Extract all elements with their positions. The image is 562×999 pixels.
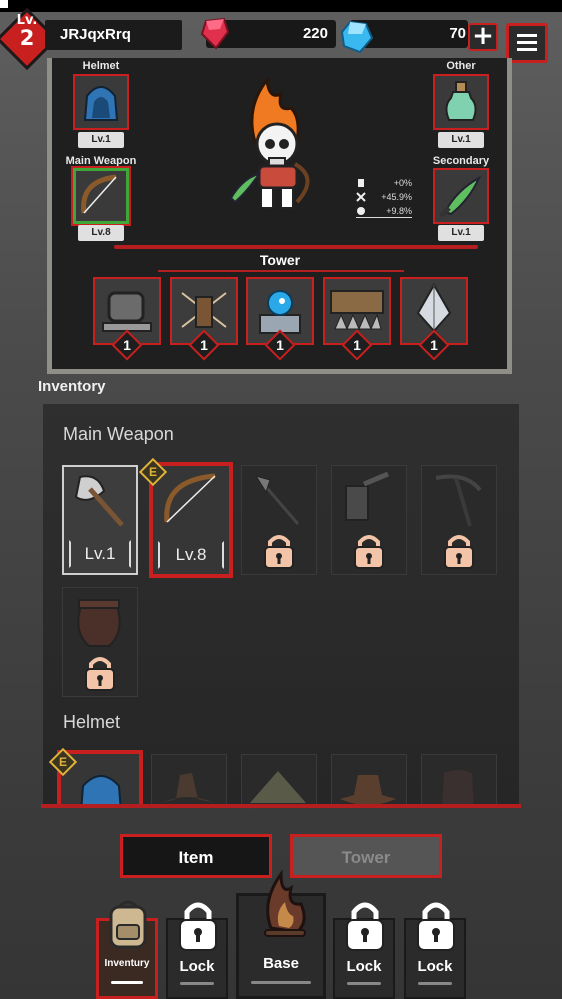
blue-gem-icon	[340, 20, 374, 54]
spear-icon	[254, 475, 300, 525]
tower-stat-icon	[358, 179, 364, 187]
nav-indicator	[347, 982, 381, 985]
hood-icon	[80, 775, 122, 804]
lock-icon	[354, 535, 384, 569]
nav-lock-label: Lock	[179, 958, 215, 975]
mask-icon	[442, 770, 474, 804]
inventory-helmet-conical-hat[interactable]	[241, 754, 317, 804]
nav-indicator	[418, 982, 452, 985]
lock-icon	[417, 902, 455, 951]
tab-item[interactable]: Item	[120, 834, 272, 878]
corner-mark	[0, 0, 8, 8]
inventory-item-scythe[interactable]	[421, 465, 497, 575]
inventory-item-hammer[interactable]	[331, 465, 407, 575]
inventory-item-pot[interactable]	[62, 587, 138, 697]
potion-icon	[445, 81, 477, 121]
menu-line	[517, 41, 537, 44]
inventory-helmet-cowboy-hat[interactable]	[331, 754, 407, 804]
shield-stat-icon	[357, 207, 365, 215]
tower-underline	[158, 270, 404, 272]
player-name: JRJqxRrq	[60, 26, 131, 43]
menu-line	[517, 48, 537, 51]
equipped-badge-text: E	[58, 755, 67, 769]
hood-icon	[83, 86, 119, 121]
blue-gem-count: 70	[449, 25, 466, 42]
inventory-helmet-hat[interactable]	[151, 754, 227, 804]
secondary-slot[interactable]	[433, 168, 489, 224]
lock-icon	[264, 535, 294, 569]
hammer-icon	[345, 471, 389, 521]
nav-inventory-button[interactable]: Inventury	[96, 900, 158, 999]
nav-locked-button-2[interactable]: Lock	[333, 902, 395, 999]
helmet-section-label: Helmet	[63, 712, 121, 732]
hat-icon	[162, 773, 214, 803]
inventory-panel: Main Weapon Lv.1 Lv.8 E Helmet E	[43, 404, 519, 804]
helmet-level: Lv.1	[78, 132, 124, 148]
top-strip	[0, 0, 562, 12]
tower-section-title: Tower	[259, 252, 301, 268]
inventory-item-axe[interactable]: Lv.1	[62, 465, 138, 575]
helmet-slot[interactable]	[73, 74, 129, 130]
nav-locked-button-3[interactable]: Lock	[404, 902, 466, 999]
inventory-bottom-border	[41, 804, 521, 808]
tower-count: 1	[430, 337, 438, 353]
item-level: Lv.8	[158, 541, 224, 569]
equipped-badge-text: E	[148, 465, 157, 479]
red-gem-icon	[200, 18, 230, 50]
bow-icon	[81, 174, 117, 214]
add-gems-button[interactable]: +	[468, 23, 498, 51]
nav-locked-button-1[interactable]: Lock	[166, 902, 228, 999]
pot-icon	[77, 599, 121, 647]
campfire-icon	[264, 869, 306, 937]
main-weapon-level: Lv.8	[78, 225, 124, 241]
tower-count: 1	[353, 337, 361, 353]
stats-block: +0% +45.9% +9.8%	[356, 176, 412, 218]
nav-indicator	[111, 981, 143, 984]
lock-icon	[179, 902, 217, 951]
lock-icon	[444, 535, 474, 569]
item-level: Lv.1	[69, 540, 131, 568]
scythe-icon	[435, 474, 482, 527]
sword-stat-icon	[356, 192, 366, 202]
inventory-title: Inventory	[38, 378, 106, 395]
main-weapon-section-label: Main Weapon	[63, 424, 174, 444]
lock-icon	[85, 657, 115, 691]
nav-base-button[interactable]: Base	[236, 869, 326, 999]
conical-hat-icon	[250, 771, 306, 803]
secondary-slot-label: Secondary	[432, 155, 490, 167]
nav-indicator	[251, 981, 311, 984]
skull-flame-character	[229, 78, 310, 209]
other-slot[interactable]	[433, 74, 489, 130]
nav-lock-label: Lock	[417, 958, 453, 975]
main-weapon-slot-label: Main Weapon	[65, 155, 137, 167]
tower-count: 1	[123, 337, 131, 353]
tower-count: 1	[200, 337, 208, 353]
other-slot-label: Other	[446, 60, 476, 72]
inventory-helmet-mask[interactable]	[421, 754, 497, 804]
helmet-slot-label: Helmet	[82, 60, 120, 72]
nav-base-label: Base	[263, 955, 299, 972]
dagger-icon	[439, 175, 482, 218]
backpack-icon	[109, 900, 147, 949]
divider	[114, 245, 478, 249]
secondary-level: Lv.1	[438, 225, 484, 241]
nav-lock-label: Lock	[346, 958, 382, 975]
nav-inventory-label: Inventury	[104, 958, 150, 969]
main-weapon-slot[interactable]	[71, 166, 131, 226]
menu-line	[517, 34, 537, 37]
bow-icon	[164, 473, 216, 523]
other-level: Lv.1	[438, 132, 484, 148]
tower-count: 1	[276, 337, 284, 353]
lock-icon	[346, 902, 384, 951]
menu-button[interactable]	[506, 23, 548, 63]
nav-indicator	[180, 982, 214, 985]
axe-icon	[74, 475, 124, 527]
inventory-item-spear[interactable]	[241, 465, 317, 575]
red-gem-count: 220	[302, 25, 328, 42]
inventory-item-bow[interactable]: Lv.8	[149, 462, 233, 578]
cowboy-hat-icon	[340, 775, 396, 804]
